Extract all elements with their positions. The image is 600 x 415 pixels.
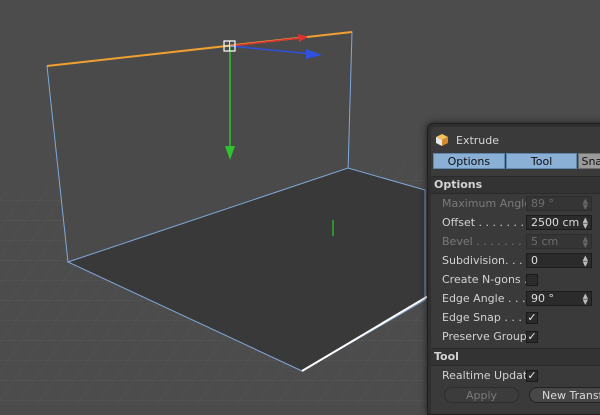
bevel-field: 5 cm ▲ ▼ [526, 234, 592, 249]
label-maximum-angle: Maximum Angle [442, 197, 531, 210]
bevel-spinner-icon: ▲ ▼ [582, 235, 588, 249]
action-buttons: Apply New Transfo [431, 387, 600, 405]
realtime-update-checkbox[interactable]: ✓ [526, 369, 538, 382]
maximum-angle-field: 89 ° ▲ ▼ [526, 196, 592, 211]
row-edge-angle: Edge Angle . . . 90 ° ▲ ▼ [431, 289, 600, 308]
label-bevel: Bevel . . . . . . . . [442, 235, 529, 248]
row-edge-snap: Edge Snap . . . . ✓ [431, 308, 600, 327]
section-options-header[interactable]: Options [431, 176, 600, 194]
label-preserve-groups: Preserve Groups [442, 330, 533, 343]
offset-spinner-icon[interactable]: ▲ ▼ [583, 217, 588, 230]
attribute-manager-panel: Extrude Options Tool Snap Options Maximu… [427, 123, 600, 415]
label-subdivision: Subdivision. . . . [442, 254, 530, 267]
maximum-angle-value: 89 ° [531, 197, 554, 210]
row-subdivision: Subdivision. . . . 0 ▲ ▼ [431, 251, 600, 270]
label-create-ngons: Create N-gons . [442, 273, 528, 286]
edge-angle-field[interactable]: 90 ° ▲ ▼ [526, 291, 592, 306]
label-realtime-update: Realtime Update [442, 369, 534, 382]
subdivision-value: 0 [531, 254, 538, 267]
row-realtime-update: Realtime Update ✓ [431, 366, 600, 385]
tab-bar: Options Tool Snap [433, 153, 600, 169]
bevel-value: 5 cm [531, 235, 559, 248]
subdivision-spinner-icon[interactable]: ▲ ▼ [583, 255, 588, 268]
row-offset: Offset . . . . . . . 2500 cm ▲ ▼ [431, 213, 600, 232]
new-transform-button[interactable]: New Transfo [529, 387, 600, 403]
offset-field[interactable]: 2500 cm ▲ ▼ [526, 215, 592, 230]
panel-body: Extrude Options Tool Snap Options Maximu… [431, 127, 600, 414]
preserve-groups-checkbox[interactable]: ✓ [526, 330, 538, 343]
edge-angle-spinner-icon[interactable]: ▲ ▼ [583, 293, 588, 306]
cube-icon [436, 134, 448, 146]
label-offset: Offset . . . . . . . [442, 216, 525, 229]
panel-title-row: Extrude [435, 131, 600, 149]
panel-title: Extrude [456, 133, 500, 147]
maximum-angle-spinner-icon: ▲ ▼ [582, 197, 588, 211]
row-preserve-groups: Preserve Groups ✓ [431, 327, 600, 346]
tab-tool[interactable]: Tool [505, 153, 578, 169]
edge-angle-value: 90 ° [531, 292, 554, 305]
row-maximum-angle: Maximum Angle 89 ° ▲ ▼ [431, 194, 600, 213]
tab-snap[interactable]: Snap [578, 153, 600, 169]
offset-value: 2500 cm [531, 216, 580, 229]
row-create-ngons: Create N-gons . [431, 270, 600, 289]
create-ngons-checkbox[interactable] [526, 273, 538, 286]
section-tool-header[interactable]: Tool [431, 348, 600, 366]
subdivision-field[interactable]: 0 ▲ ▼ [526, 253, 592, 268]
label-edge-angle: Edge Angle . . . [442, 292, 526, 305]
edge-snap-checkbox[interactable]: ✓ [526, 311, 538, 324]
apply-button[interactable]: Apply [444, 387, 519, 403]
tab-options[interactable]: Options [433, 153, 505, 169]
label-edge-snap: Edge Snap . . . . [442, 311, 529, 324]
row-bevel: Bevel . . . . . . . . 5 cm ▲ ▼ [431, 232, 600, 251]
